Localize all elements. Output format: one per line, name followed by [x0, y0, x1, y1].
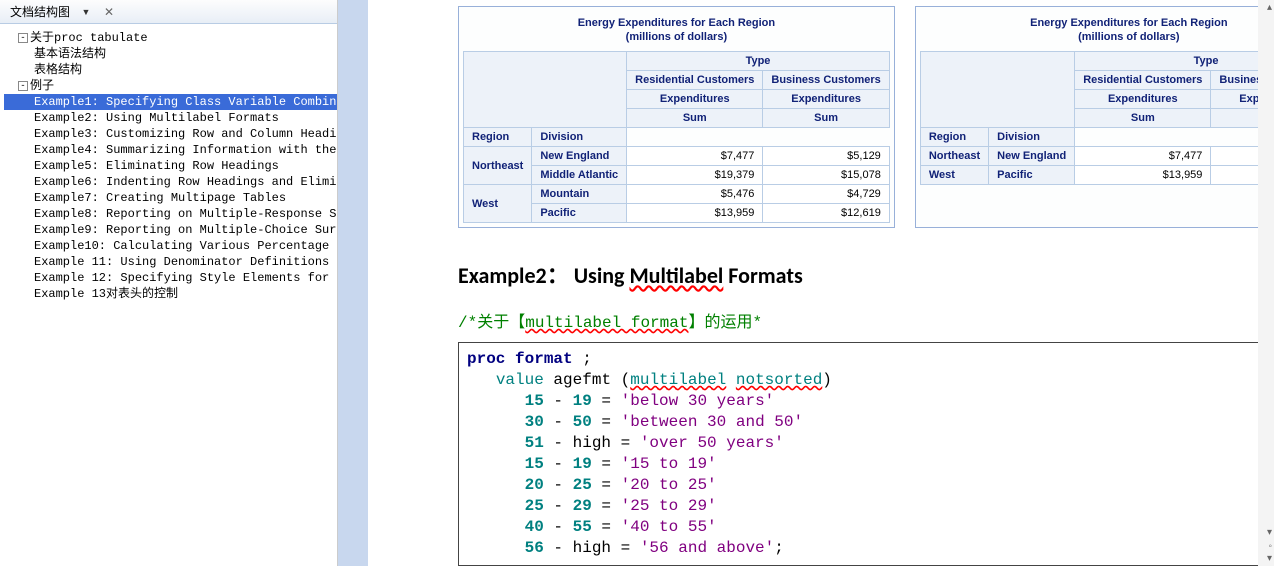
h2-multilabel: Multilabel [629, 262, 723, 289]
h2-formats: Formats [723, 262, 802, 289]
outline-tree[interactable]: -关于proc tabulate基本语法结构表格结构-例子Example1: S… [0, 24, 337, 566]
energy-table-left: Energy Expenditures for Each Region(mill… [463, 11, 890, 223]
comment-pre: /*关于【 [458, 314, 525, 332]
ruler-gutter [338, 0, 368, 566]
outline-node-7[interactable]: Example4: Summarizing Information with t… [4, 142, 337, 158]
h2-using: Using [574, 262, 630, 289]
outline-label: 表格结构 [34, 63, 82, 77]
dropdown-icon[interactable]: ▼ [80, 7, 92, 17]
comment-mid: multilabel format [525, 314, 688, 332]
outline-node-8[interactable]: Example5: Eliminating Row Headings [4, 158, 337, 174]
scroll-end-icon[interactable]: ▾ [1267, 553, 1272, 564]
outline-label: Example3: Customizing Row and Column Hea… [34, 127, 337, 141]
code-box: proc format ; value agefmt (multilabel n… [458, 342, 1274, 566]
collapse-icon[interactable]: - [18, 81, 28, 91]
outline-node-10[interactable]: Example7: Creating Multipage Tables [4, 190, 337, 206]
tables-row: Energy Expenditures for Each Region(mill… [458, 6, 1274, 228]
document-main[interactable]: Energy Expenditures for Each Region(mill… [368, 0, 1274, 566]
outline-label: 关于proc tabulate [30, 31, 148, 45]
outline-node-2[interactable]: 表格结构 [4, 62, 337, 78]
outline-label: Example10: Calculating Various Percentag… [34, 239, 337, 253]
collapse-icon[interactable]: - [18, 33, 28, 43]
close-icon[interactable]: ✕ [100, 5, 118, 19]
outline-node-1[interactable]: 基本语法结构 [4, 46, 337, 62]
sidebar-title: 文档结构图 [4, 1, 76, 22]
outline-node-15[interactable]: Example 12: Specifying Style Elements fo… [4, 270, 337, 286]
sidebar-document-map: 文档结构图 ▼ ✕ -关于proc tabulate基本语法结构表格结构-例子E… [0, 0, 338, 566]
outline-node-9[interactable]: Example6: Indenting Row Headings and Eli… [4, 174, 337, 190]
scroll-mark-icon[interactable]: ◦ [1268, 541, 1272, 552]
heading-example2: Example2： Using Multilabel Formats [458, 258, 1274, 290]
outline-label: Example8: Reporting on Multiple-Response… [34, 207, 337, 221]
energy-table-right: Energy Expenditures for Each Region(mill… [920, 11, 1274, 185]
outline-node-0[interactable]: -关于proc tabulate [4, 30, 337, 46]
outline-label: 基本语法结构 [34, 47, 106, 61]
outline-label: Example2: Using Multilabel Formats [34, 111, 279, 125]
right-scrollbar[interactable]: ▴ ▾ ◦ ▾ [1258, 0, 1274, 566]
code-comment: /*关于【multilabel format】的运用* [458, 308, 1274, 332]
outline-label: Example5: Eliminating Row Headings [34, 159, 279, 173]
outline-label: Example4: Summarizing Information with t… [34, 143, 337, 157]
outline-label: Example 11: Using Denominator Definition… [34, 255, 337, 269]
scroll-up-icon[interactable]: ▴ [1267, 2, 1272, 13]
outline-label: Example9: Reporting on Multiple-Choice S… [34, 223, 337, 237]
outline-node-4[interactable]: Example1: Specifying Class Variable Comb… [4, 94, 337, 110]
outline-node-6[interactable]: Example3: Customizing Row and Column Hea… [4, 126, 337, 142]
outline-label: Example6: Indenting Row Headings and Eli… [34, 175, 337, 189]
outline-label: Example 13对表头的控制 [34, 287, 178, 301]
outline-node-13[interactable]: Example10: Calculating Various Percentag… [4, 238, 337, 254]
h2-colon: ： [547, 263, 569, 288]
outline-label: Example1: Specifying Class Variable Comb… [34, 95, 337, 109]
outline-node-12[interactable]: Example9: Reporting on Multiple-Choice S… [4, 222, 337, 238]
outline-node-14[interactable]: Example 11: Using Denominator Definition… [4, 254, 337, 270]
table-right-wrap: Energy Expenditures for Each Region(mill… [915, 6, 1274, 228]
h2-prefix: Example2 [458, 262, 547, 289]
outline-node-11[interactable]: Example8: Reporting on Multiple-Response… [4, 206, 337, 222]
outline-node-5[interactable]: Example2: Using Multilabel Formats [4, 110, 337, 126]
outline-node-3[interactable]: -例子 [4, 78, 337, 94]
scroll-down-icon[interactable]: ▾ [1267, 527, 1272, 538]
outline-label: Example 12: Specifying Style Elements fo… [34, 271, 337, 285]
comment-post: 】的运用* [688, 314, 762, 332]
outline-label: 例子 [30, 79, 54, 93]
outline-label: Example7: Creating Multipage Tables [34, 191, 286, 205]
sidebar-header: 文档结构图 ▼ ✕ [0, 0, 337, 24]
table-left-wrap: Energy Expenditures for Each Region(mill… [458, 6, 895, 228]
outline-node-16[interactable]: Example 13对表头的控制 [4, 286, 337, 302]
